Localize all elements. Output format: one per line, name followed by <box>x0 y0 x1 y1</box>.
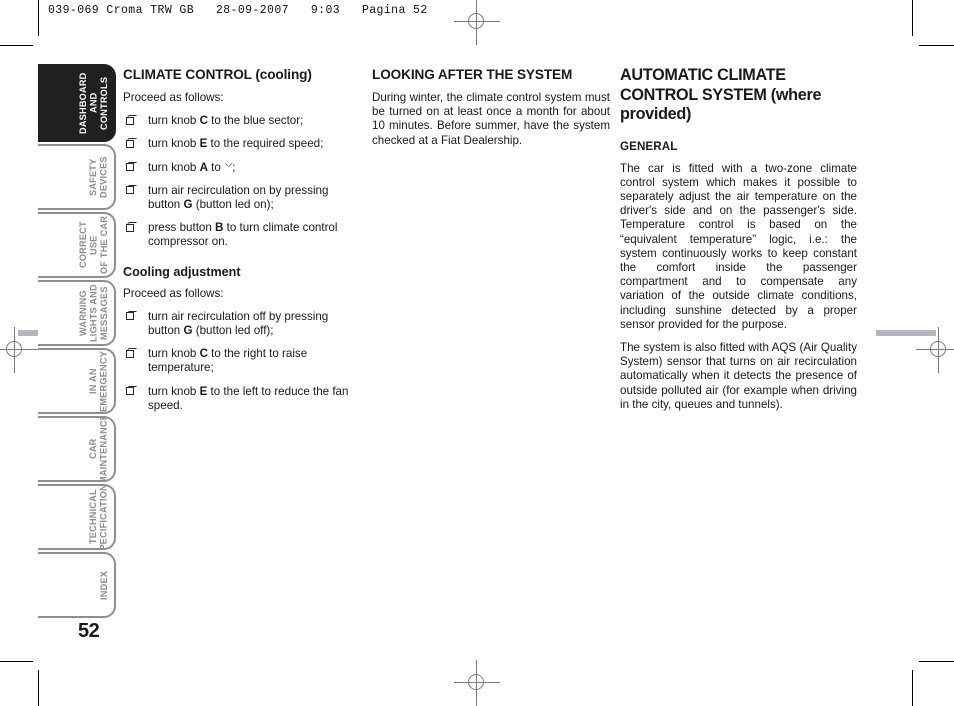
square-bullet-icon <box>126 139 134 148</box>
sidebar-tab-label: DASHBOARD AND CONTROLS <box>77 72 109 134</box>
list-item-text-pre: turn knob <box>148 160 200 174</box>
square-bullet-icon <box>126 223 134 232</box>
air-vent-symbol-icon: ⸌⸍ <box>224 161 233 173</box>
square-bullet-icon <box>126 163 134 172</box>
cooling-steps-list: turn knob C to the blue sector; turn kno… <box>123 114 363 249</box>
list-item-text-pre: press button <box>148 221 216 235</box>
sidebar-tab-warning-lights-and-messages[interactable]: WARNING LIGHTS AND MESSAGES <box>38 280 116 346</box>
list-item: turn knob A to ⸌⸍; <box>123 161 363 175</box>
list-item-text-pre: turn knob <box>148 114 200 128</box>
column-one: CLIMATE CONTROL (cooling) Proceed as fol… <box>123 66 363 422</box>
crop-mark-top-left-horizontal <box>0 45 33 46</box>
list-item: press button B to turn climate control c… <box>123 221 363 249</box>
crop-mark-top-left-vertical <box>38 0 39 36</box>
sidebar-tab-label: CAR MAINTENANCE <box>88 416 109 482</box>
knob-key: A <box>199 160 208 174</box>
section-tab-rail: DASHBOARD AND CONTROLS SAFETY DEVICES CO… <box>38 64 116 620</box>
sidebar-tab-correct-use-of-the-car[interactable]: CORRECT USE OF THE CAR <box>38 212 116 278</box>
registration-circle <box>468 674 484 690</box>
sidebar-tab-dashboard-and-controls[interactable]: DASHBOARD AND CONTROLS <box>38 64 116 142</box>
crop-mark-bottom-left-horizontal <box>0 661 33 662</box>
square-bullet-icon <box>126 387 134 396</box>
sidebar-tab-label: WARNING LIGHTS AND MESSAGES <box>77 284 109 342</box>
sidebar-tab-label: INDEX <box>98 570 109 600</box>
crop-mark-top-right-horizontal <box>919 45 954 46</box>
lead-proceed-as-follows-2: Proceed as follows: <box>123 286 224 300</box>
sidebar-tab-label: SAFETY DEVICES <box>88 156 109 198</box>
list-item: turn air recirculation on by pressing bu… <box>123 184 363 212</box>
square-bullet-icon <box>126 116 134 125</box>
sidebar-tab-technical-specifications[interactable]: TECHNICAL SPECIFICATIONS <box>38 484 116 550</box>
registration-bleed-bar-right <box>876 330 936 336</box>
list-item-text-pre: turn knob <box>148 347 200 361</box>
heading-automatic-climate-control-system: AUTOMATIC CLIMATE CONTROL SYSTEM (where … <box>620 66 822 123</box>
list-item-text-post: to <box>207 160 225 174</box>
square-bullet-icon <box>126 186 134 195</box>
running-head: 039-069 Croma TRW GB 28-09-2007 9:03 Pag… <box>48 4 428 17</box>
registration-target-icon-bottom <box>454 660 500 706</box>
knob-key: G <box>183 198 193 212</box>
list-item-text-post: to the required speed; <box>207 137 324 151</box>
knob-key: C <box>199 114 208 128</box>
list-item-text-post: (button led on); <box>192 198 274 212</box>
lead-proceed-as-follows: Proceed as follows: <box>123 91 224 104</box>
paragraph-aqs-sensor: The system is also fitted with AQS (Air … <box>620 340 857 411</box>
heading-cooling-adjustment: Cooling adjustment <box>123 264 241 279</box>
list-item-text-post: to the blue sector; <box>207 114 304 128</box>
sidebar-tab-safety-devices[interactable]: SAFETY DEVICES <box>38 144 116 210</box>
knob-key: C <box>199 347 208 361</box>
registration-circle <box>6 341 22 357</box>
square-bullet-icon <box>126 349 134 358</box>
crop-mark-top-right-vertical <box>912 0 913 36</box>
heading-general: GENERAL <box>620 139 678 153</box>
cooling-adjustment-steps-list: turn air recirculation off by pressing b… <box>123 310 363 413</box>
heading-climate-control-cooling: CLIMATE CONTROL (cooling) <box>123 67 312 82</box>
registration-target-icon-top <box>454 0 500 45</box>
crop-mark-bottom-right-horizontal <box>919 661 954 662</box>
sidebar-tab-car-maintenance[interactable]: CAR MAINTENANCE <box>38 416 116 482</box>
registration-circle <box>468 13 484 29</box>
sidebar-tab-index[interactable]: INDEX <box>38 552 116 618</box>
list-item-text-post: (button led off); <box>192 324 274 338</box>
list-item-text-tail: ; <box>232 160 236 174</box>
registration-circle <box>930 341 946 357</box>
list-item-text-pre: turn knob <box>148 384 200 398</box>
heading-looking-after-the-system: LOOKING AFTER THE SYSTEM <box>372 67 573 82</box>
list-item: turn knob C to the right to raise temper… <box>123 347 363 375</box>
column-two: LOOKING AFTER THE SYSTEM During winter, … <box>372 66 610 148</box>
list-item: turn air recirculation off by pressing b… <box>123 310 363 338</box>
list-item: turn knob E to the left to reduce the fa… <box>123 385 363 413</box>
sidebar-tab-label: TECHNICAL SPECIFICATIONS <box>88 484 109 550</box>
column-three: AUTOMATIC CLIMATE CONTROL SYSTEM (where … <box>620 66 857 412</box>
list-item: turn knob E to the required speed; <box>123 137 363 151</box>
paragraph-general-description: The car is fitted with a two-zone climat… <box>620 161 857 331</box>
page-number: 52 <box>78 620 100 642</box>
list-item-text-pre: turn knob <box>148 137 200 151</box>
crop-mark-bottom-right-vertical <box>912 670 913 706</box>
crop-mark-bottom-left-vertical <box>38 670 39 706</box>
sidebar-tab-label: IN AN EMERGENCY <box>88 350 109 412</box>
sidebar-tab-label: CORRECT USE OF THE CAR <box>77 215 109 275</box>
paragraph-looking-after-the-system: During winter, the climate control syste… <box>372 91 610 147</box>
knob-key: G <box>183 324 193 338</box>
list-item: turn knob C to the blue sector; <box>123 114 363 128</box>
sidebar-tab-in-an-emergency[interactable]: IN AN EMERGENCY <box>38 348 116 414</box>
square-bullet-icon <box>126 312 134 321</box>
